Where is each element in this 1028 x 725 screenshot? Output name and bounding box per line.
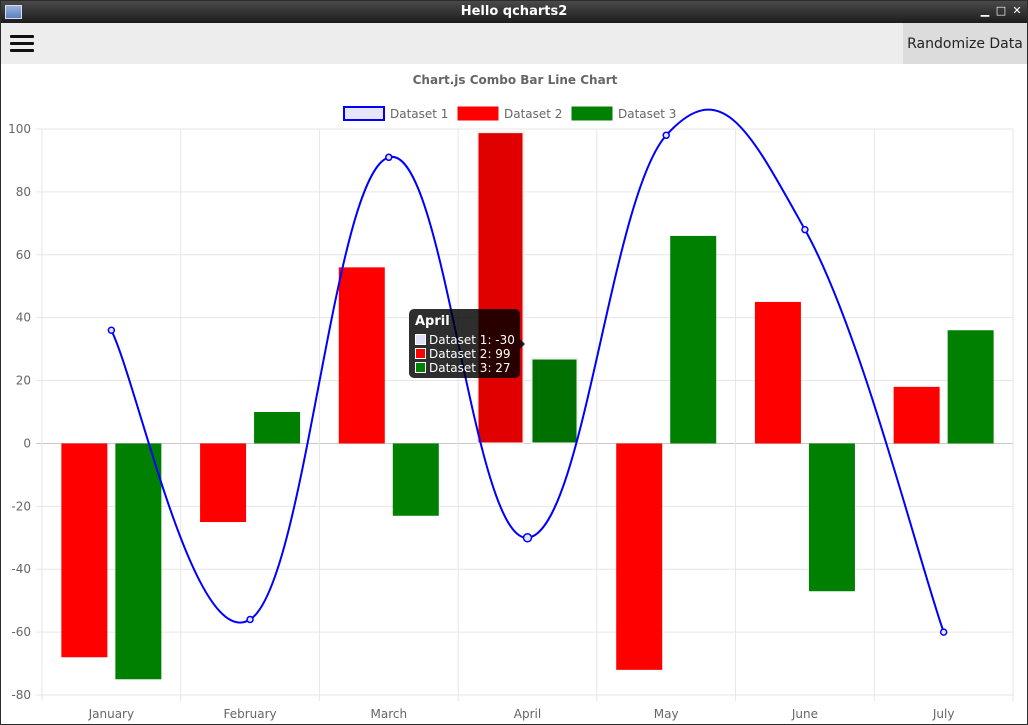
bar-dataset-2 bbox=[338, 267, 385, 444]
y-tick-label: 60 bbox=[16, 248, 31, 262]
x-tick-label: April bbox=[514, 707, 541, 721]
bar-dataset-3 bbox=[947, 330, 994, 444]
chart-tooltip: April Dataset 1: -30 Dataset 2: 99 Datas… bbox=[409, 309, 525, 378]
y-tick-label: 100 bbox=[8, 122, 31, 136]
legend-swatch-1 bbox=[343, 106, 385, 121]
bar-dataset-2 bbox=[61, 443, 108, 658]
x-tick-label: June bbox=[791, 707, 818, 721]
bar-dataset-2 bbox=[616, 443, 663, 670]
tooltip-text-dataset-1: Dataset 1: -30 bbox=[429, 333, 515, 347]
legend-label-3: Dataset 3 bbox=[618, 107, 676, 121]
tooltip-row-dataset-2: Dataset 2: 99 bbox=[415, 347, 511, 361]
x-tick-label: May bbox=[654, 707, 679, 721]
bar-dataset-2 bbox=[200, 443, 247, 523]
randomize-data-button[interactable]: Randomize Data bbox=[903, 23, 1027, 64]
app-window: Hello qcharts2 ▁ □ ✕ Randomize Data Char… bbox=[0, 0, 1028, 725]
bar-dataset-2 bbox=[754, 301, 801, 444]
point-dataset-1 bbox=[107, 326, 116, 334]
bar-dataset-3 bbox=[115, 443, 162, 680]
x-tick-label: July bbox=[932, 707, 955, 721]
y-tick-label: -80 bbox=[11, 688, 31, 702]
point-dataset-1 bbox=[801, 225, 809, 234]
tooltip-row-dataset-1: Dataset 1: -30 bbox=[415, 333, 515, 347]
legend-swatch-2 bbox=[457, 106, 499, 121]
bar-dataset-2 bbox=[893, 386, 940, 444]
y-tick-label: -60 bbox=[11, 625, 31, 639]
x-tick-label: February bbox=[223, 707, 276, 721]
combo-chart: Chart.js Combo Bar Line Chart Dataset 1 Da… bbox=[8, 73, 1014, 721]
tooltip-text-dataset-2: Dataset 2: 99 bbox=[429, 347, 511, 361]
y-tick-label: -40 bbox=[11, 562, 31, 576]
legend-label-2: Dataset 2 bbox=[504, 107, 562, 121]
toolbar: Randomize Data bbox=[1, 23, 1027, 64]
tooltip-swatch-dataset-2 bbox=[415, 348, 426, 359]
maximize-icon[interactable]: □ bbox=[994, 4, 1008, 18]
tooltip-swatch-dataset-1 bbox=[415, 334, 426, 345]
tooltip-swatch-dataset-3 bbox=[415, 362, 426, 373]
point-dataset-1 bbox=[246, 615, 254, 624]
tooltip-row-dataset-3: Dataset 3: 27 bbox=[415, 361, 511, 375]
bar-dataset-2 bbox=[476, 131, 525, 445]
x-tick-label: January bbox=[88, 707, 135, 721]
hamburger-menu-icon[interactable] bbox=[10, 35, 34, 53]
close-icon[interactable]: ✕ bbox=[1010, 4, 1024, 18]
tooltip-title: April bbox=[415, 314, 450, 329]
legend-label-1: Dataset 1 bbox=[390, 107, 448, 121]
point-dataset-1 bbox=[939, 628, 948, 636]
point-dataset-1 bbox=[522, 533, 533, 543]
chart-title: Chart.js Combo Bar Line Chart bbox=[413, 73, 618, 87]
bar-dataset-3 bbox=[670, 235, 717, 444]
legend-swatch-3 bbox=[571, 106, 613, 121]
minimize-icon[interactable]: ▁ bbox=[978, 4, 992, 18]
y-tick-label: 80 bbox=[16, 185, 31, 199]
tooltip-text-dataset-3: Dataset 3: 27 bbox=[429, 361, 511, 375]
bar-dataset-3 bbox=[392, 443, 439, 516]
y-tick-label: 40 bbox=[16, 311, 31, 325]
window-title: Hello qcharts2 bbox=[460, 4, 568, 19]
point-dataset-1 bbox=[385, 153, 393, 162]
y-tick-label: 20 bbox=[16, 374, 31, 388]
bar-dataset-3 bbox=[808, 443, 855, 592]
bar-dataset-3 bbox=[530, 357, 579, 445]
x-tick-label: March bbox=[370, 707, 407, 721]
y-tick-label: -20 bbox=[11, 499, 31, 513]
title-bar: Hello qcharts2 ▁ □ ✕ bbox=[1, 1, 1027, 23]
tooltip-caret bbox=[520, 339, 525, 349]
bar-dataset-3 bbox=[254, 412, 301, 444]
point-dataset-1 bbox=[662, 131, 670, 140]
y-tick-label: 0 bbox=[23, 436, 31, 450]
